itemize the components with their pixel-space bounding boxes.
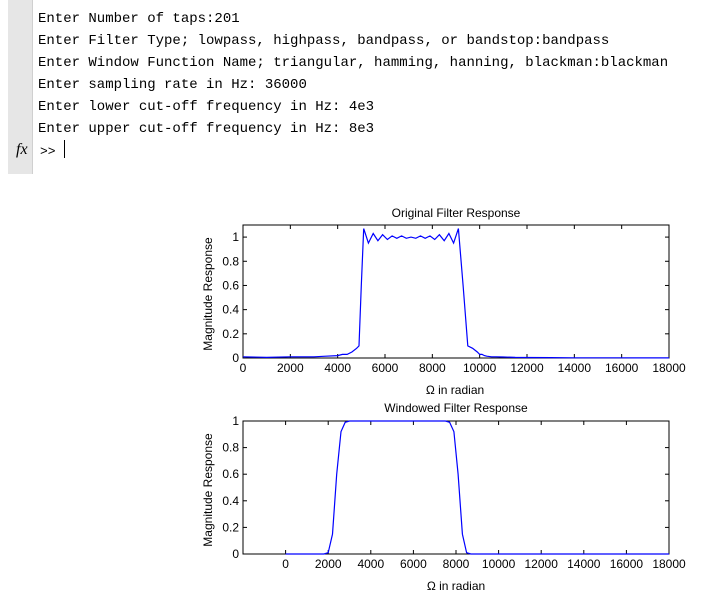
x-tick-label: 6000 [372,361,399,375]
plot-axes-box [242,224,670,359]
console-line: Enter Window Function Name; triangular, … [38,55,669,71]
x-tick-label: 2000 [277,361,304,375]
x-tick-label: 0 [240,361,247,375]
x-tick-label: 14000 [558,361,592,375]
y-tick-label: 0.8 [222,441,239,455]
console-line: Enter upper cut-off frequency in Hz: 8e3 [38,121,375,137]
x-tick-label: 8000 [419,361,446,375]
x-tick-label: 14000 [567,557,601,571]
y-tick-label: 0 [232,351,239,365]
x-axis-label: Ω in radian [427,579,485,593]
command-window: Enter Number of taps:201 Enter Filter Ty… [0,0,701,174]
x-tick-label: 4000 [324,361,351,375]
y-tick-label: 0.2 [222,520,239,534]
command-input-caret[interactable] [64,140,65,158]
plot-title: Original Filter Response [392,206,521,220]
console-line: Enter sampling rate in Hz: 36000 [38,77,307,93]
plot-original-filter-response: Original Filter Response Magnitude Respo… [201,206,686,397]
y-tick-label: 1 [232,230,239,244]
plot-windowed-filter-response: Windowed Filter Response Magnitude Respo… [201,401,686,593]
y-tick-label: 0.4 [222,494,239,508]
y-tick-label: 1 [232,414,239,428]
y-tick-label: 0 [232,547,239,561]
x-tick-label: 8000 [443,557,470,571]
console-line: Enter Number of taps:201 [38,11,240,27]
y-tick-label: 0.8 [222,254,239,268]
x-tick-label: 12000 [525,557,559,571]
y-tick-label: 0.2 [222,327,239,341]
x-tick-label: 10000 [482,557,516,571]
y-axis-label: Magnitude Response [201,237,215,351]
plot-title: Windowed Filter Response [384,401,528,415]
x-tick-label: 4000 [357,557,384,571]
x-axis-label: Ω in radian [426,383,484,397]
x-tick-label: 18000 [652,557,686,571]
x-tick-label: 16000 [610,557,644,571]
y-tick-label: 0.6 [222,467,239,481]
x-tick-label: 0 [282,557,289,571]
x-tick-label: 2000 [315,557,342,571]
function-browser-icon[interactable]: fx [16,141,28,159]
command-prompt: >> [40,144,56,159]
x-tick-label: 18000 [652,361,686,375]
y-axis-label: Magnitude Response [201,433,215,547]
plot-axes-box [242,420,670,555]
console-line: Enter lower cut-off frequency in Hz: 4e3 [38,99,375,115]
x-tick-label: 10000 [463,361,497,375]
x-tick-label: 12000 [510,361,544,375]
console-line: Enter Filter Type; lowpass, highpass, ba… [38,33,610,49]
figure-canvas: Original Filter Response Magnitude Respo… [201,206,686,593]
x-tick-label: 16000 [605,361,639,375]
y-tick-label: 0.6 [222,278,239,292]
y-tick-label: 0.4 [222,303,239,317]
x-tick-label: 6000 [400,557,427,571]
